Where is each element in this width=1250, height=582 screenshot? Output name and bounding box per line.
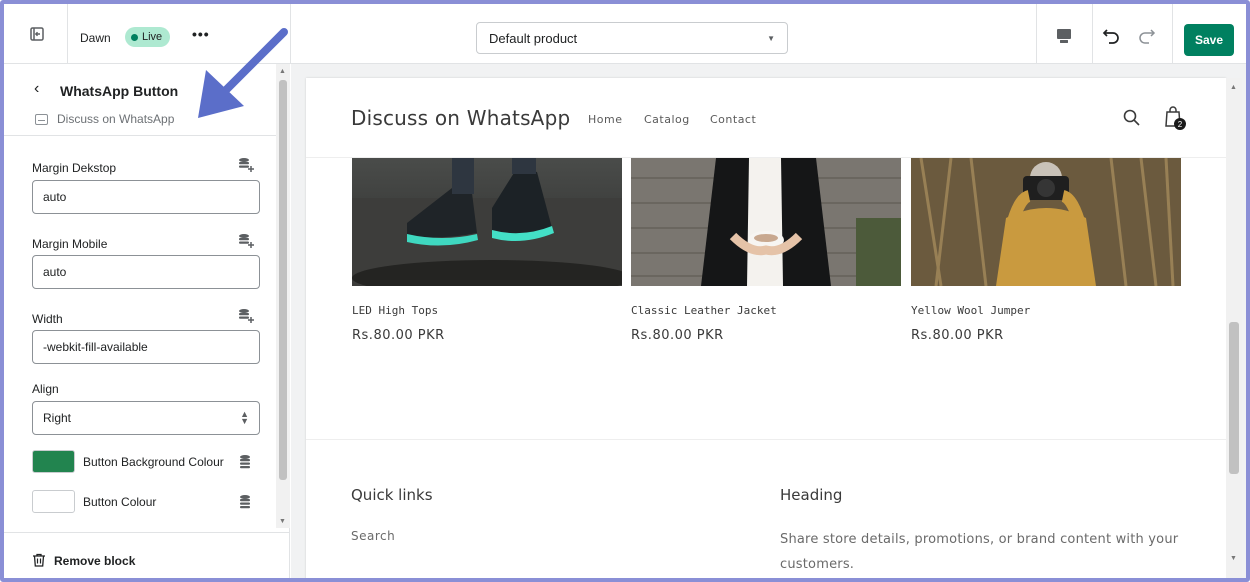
theme-editor-window: Dawn Live ••• Default product ▼ Save ‹ W…	[0, 0, 1250, 582]
template-select-value: Default product	[489, 30, 578, 46]
dynamic-source-icon[interactable]	[237, 308, 255, 324]
cart-count-badge: 2	[1178, 120, 1183, 129]
status-badge-label: Live	[142, 31, 163, 43]
button-colour-swatch[interactable]	[32, 490, 75, 513]
caret-down-icon: ▼	[767, 33, 775, 43]
undo-button[interactable]	[1100, 24, 1124, 48]
product-title[interactable]: Classic Leather Jacket	[631, 304, 777, 317]
scroll-down-icon[interactable]: ▼	[1230, 555, 1237, 562]
preview-scroll-thumb[interactable]	[1229, 322, 1239, 474]
settings-sidebar: ‹ WhatsApp Button Discuss on WhatsApp Ma…	[4, 64, 290, 578]
exit-editor-button[interactable]	[17, 14, 57, 54]
align-select-value: Right	[43, 411, 72, 425]
divider	[1092, 4, 1093, 64]
device-preview-button[interactable]	[1054, 26, 1074, 46]
product-image-led-high-tops[interactable]	[352, 158, 622, 286]
desktop-icon	[1057, 29, 1071, 43]
align-label: Align	[32, 382, 59, 396]
footer-divider	[306, 439, 1226, 440]
section-icon	[35, 114, 48, 125]
divider	[1036, 4, 1037, 64]
width-input[interactable]	[32, 330, 260, 364]
redo-icon	[1139, 29, 1156, 44]
product-title[interactable]: Yellow Wool Jumper	[911, 304, 1030, 317]
product-image-yellow-wool-jumper[interactable]	[911, 158, 1181, 286]
nav-link-contact[interactable]: Contact	[710, 113, 756, 126]
button-colour-label: Button Colour	[83, 495, 157, 509]
dynamic-source-icon[interactable]	[238, 494, 256, 510]
search-icon[interactable]	[1122, 108, 1142, 128]
product-price: Rs.80.00 PKR	[631, 328, 724, 343]
scroll-down-icon[interactable]: ▼	[279, 518, 286, 525]
exit-icon	[30, 27, 44, 41]
store-header: Discuss on WhatsApp Home Catalog Contact…	[306, 78, 1226, 158]
footer-text: Share store details, promotions, or bran…	[780, 532, 1179, 572]
redo-button[interactable]	[1134, 24, 1158, 48]
remove-block-button[interactable]: Remove block	[4, 532, 290, 578]
store-name[interactable]: Discuss on WhatsApp	[351, 106, 570, 130]
margin-mobile-label: Margin Mobile	[32, 237, 108, 251]
status-badge: Live	[125, 27, 171, 47]
block-title: WhatsApp Button	[60, 83, 179, 99]
nav-link-catalog[interactable]: Catalog	[644, 113, 690, 126]
back-chevron-icon[interactable]: ‹	[34, 80, 39, 98]
dynamic-source-icon[interactable]	[238, 454, 256, 470]
footer-heading: Heading	[780, 486, 843, 504]
undo-icon	[1102, 29, 1119, 44]
block-subtitle[interactable]: Discuss on WhatsApp	[57, 112, 174, 126]
save-button[interactable]: Save	[1184, 24, 1234, 56]
select-arrows-icon: ▲ ▼	[240, 409, 249, 426]
product-price: Rs.80.00 PKR	[911, 328, 1004, 343]
button-background-colour-swatch[interactable]	[32, 450, 75, 473]
divider	[67, 4, 68, 64]
margin-desktop-label: Margin Dekstop	[32, 161, 117, 175]
nav-link-home[interactable]: Home	[588, 113, 622, 126]
live-dot-icon	[131, 33, 138, 41]
product-title[interactable]: LED High Tops	[352, 304, 438, 317]
template-select[interactable]: Default product ▼	[476, 22, 788, 54]
dynamic-source-icon[interactable]	[237, 157, 255, 173]
footer-link-search[interactable]: Search	[351, 529, 395, 543]
button-background-colour-label: Button Background Colour	[83, 455, 224, 469]
theme-name: Dawn	[80, 31, 111, 45]
annotation-arrow-icon	[198, 28, 288, 118]
scroll-up-icon[interactable]: ▲	[1230, 84, 1237, 91]
divider	[1172, 4, 1173, 64]
product-price: Rs.80.00 PKR	[352, 328, 445, 343]
align-select[interactable]: Right ▲ ▼	[32, 401, 260, 435]
width-label: Width	[32, 312, 63, 326]
footer-quick-links-heading: Quick links	[351, 486, 433, 504]
product-image-classic-leather-jacket[interactable]	[631, 158, 901, 286]
remove-block-label: Remove block	[54, 554, 136, 568]
margin-mobile-input[interactable]	[32, 255, 260, 289]
dynamic-source-icon[interactable]	[237, 233, 255, 249]
margin-desktop-input[interactable]	[32, 180, 260, 214]
cart-icon[interactable]: 2	[1162, 104, 1188, 132]
trash-icon	[33, 553, 45, 567]
store-preview: Discuss on WhatsApp Home Catalog Contact…	[306, 78, 1226, 578]
sidebar-scroll-thumb[interactable]	[279, 80, 287, 480]
